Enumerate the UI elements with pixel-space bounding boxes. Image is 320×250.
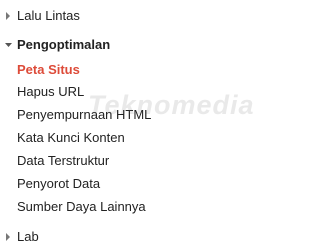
- nav-item-hapus-url[interactable]: Hapus URL: [17, 84, 84, 100]
- triangle-right-icon: [4, 8, 12, 24]
- nav-item-peta-situs[interactable]: Peta Situs: [17, 62, 80, 78]
- triangle-right-icon: [4, 229, 12, 245]
- nav-item-penyorot-data[interactable]: Penyorot Data: [17, 176, 100, 192]
- triangle-down-icon: [4, 37, 12, 53]
- nav-group-label: Lab: [17, 229, 39, 244]
- nav-item-penyempurnaan-html[interactable]: Penyempurnaan HTML: [17, 107, 151, 123]
- nav-group-label: Lalu Lintas: [17, 8, 80, 23]
- nav-item-data-terstruktur[interactable]: Data Terstruktur: [17, 153, 109, 169]
- nav-group-label: Pengoptimalan: [17, 37, 111, 52]
- nav-item-sumber-daya-lainnya[interactable]: Sumber Daya Lainnya: [17, 199, 146, 215]
- nav-item-kata-kunci-konten[interactable]: Kata Kunci Konten: [17, 130, 125, 146]
